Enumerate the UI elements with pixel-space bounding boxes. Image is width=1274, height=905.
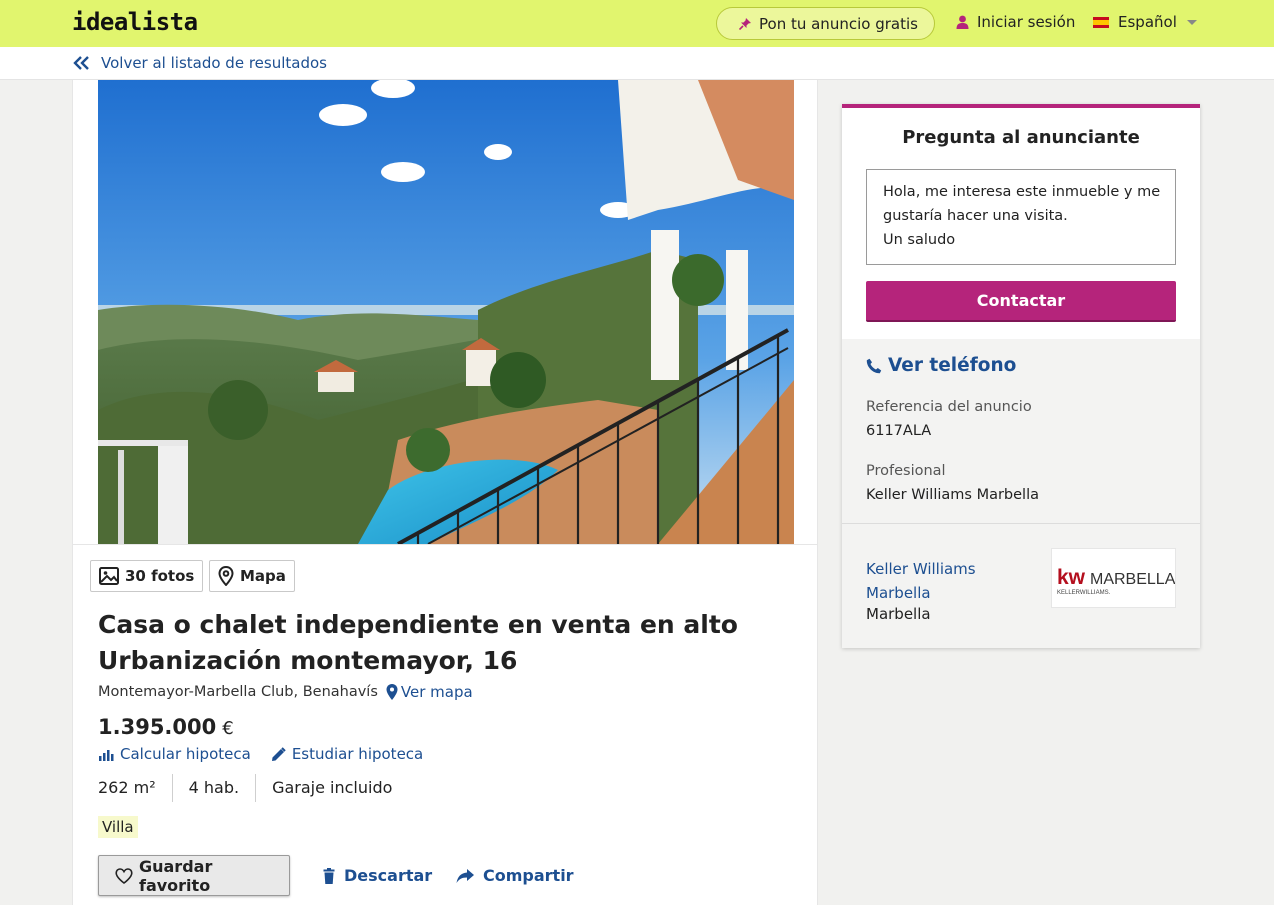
contact-button[interactable]: Contactar — [866, 281, 1176, 322]
villa-photo-illustration — [98, 80, 794, 544]
reference-value: 6117ALA — [866, 423, 932, 439]
bar-chart-icon — [99, 750, 114, 761]
map-pin-outline-icon — [218, 566, 234, 586]
map-label: Mapa — [240, 567, 286, 585]
trash-icon — [323, 867, 335, 884]
feature-garage: Garaje incluido — [272, 778, 393, 797]
reference-label: Referencia del anuncio — [866, 399, 1032, 415]
listing-main: 30 fotos Mapa Casa o chalet independient… — [72, 80, 818, 905]
share-label: Compartir — [483, 866, 574, 885]
see-map-link[interactable]: Ver mapa — [386, 683, 473, 701]
price-value: 1.395.000 — [98, 715, 217, 739]
discard-button[interactable]: Descartar — [323, 866, 432, 885]
discard-label: Descartar — [344, 866, 433, 885]
mortgage-links: Calcular hipoteca Estudiar hipoteca — [98, 745, 443, 763]
message-textarea[interactable]: Hola, me interesa este inmueble y me gus… — [866, 169, 1176, 265]
calculate-mortgage-label: Calcular hipoteca — [120, 745, 251, 763]
property-type-tag: Villa — [98, 816, 138, 838]
map-button[interactable]: Mapa — [209, 560, 295, 592]
back-bar: Volver al listado de resultados — [0, 47, 1274, 80]
chevron-down-icon — [1186, 19, 1197, 25]
see-phone-link[interactable]: Ver teléfono — [866, 355, 1016, 376]
phone-icon — [866, 358, 882, 373]
svg-text:MARBELLA: MARBELLA — [1090, 571, 1175, 588]
back-to-results-link[interactable]: Volver al listado de resultados — [73, 54, 327, 72]
post-ad-label: Pon tu anuncio gratis — [759, 14, 918, 33]
advertiser-info: Ver teléfono Referencia del anuncio 6117… — [842, 339, 1200, 648]
login-link[interactable]: Iniciar sesión — [956, 13, 1075, 31]
listing-title: Casa o chalet independiente en venta en … — [98, 610, 738, 675]
agency-name-link[interactable]: Keller Williams Marbella — [866, 557, 1006, 605]
svg-text:kw: kw — [1057, 566, 1086, 589]
message-line: gustaría hacer una visita. — [883, 208, 1068, 224]
info-divider — [842, 523, 1200, 524]
contact-panel-title: Pregunta al anunciante — [902, 127, 1140, 148]
calculate-mortgage-link[interactable]: Calcular hipoteca — [98, 745, 251, 763]
share-button[interactable]: Compartir — [456, 866, 574, 885]
language-selector[interactable]: Español — [1093, 13, 1197, 31]
study-mortgage-label: Estudiar hipoteca — [291, 745, 424, 763]
agency-city: Marbella — [866, 605, 931, 623]
price-currency: € — [222, 718, 234, 739]
message-line: Un saludo — [883, 232, 956, 248]
pin-icon — [739, 17, 751, 30]
see-phone-label: Ver teléfono — [888, 355, 1017, 376]
location-pin-icon — [386, 684, 398, 700]
user-icon — [956, 15, 969, 29]
post-ad-button[interactable]: Pon tu anuncio gratis — [716, 7, 935, 40]
image-icon — [99, 567, 119, 585]
save-favorite-button[interactable]: Guardar favorito — [98, 855, 290, 896]
spain-flag-icon — [1093, 16, 1109, 28]
photos-button[interactable]: 30 fotos — [90, 560, 204, 592]
back-label: Volver al listado de resultados — [101, 54, 327, 72]
photos-label: 30 fotos — [125, 567, 195, 585]
features-row: 262 m² 4 hab. Garaje incluido — [98, 774, 424, 802]
top-header: idealista Pon tu anuncio gratis Iniciar … — [0, 0, 1274, 47]
contact-panel: Pregunta al anunciante Hola, me interesa… — [842, 104, 1200, 648]
listing-price: 1.395.000 € — [98, 715, 234, 739]
professional-label: Profesional — [866, 463, 946, 479]
professional-value: Keller Williams Marbella — [866, 487, 1039, 503]
heart-icon — [115, 867, 133, 884]
see-map-label: Ver mapa — [400, 683, 473, 701]
idealista-logo[interactable]: idealista — [72, 8, 198, 36]
save-favorite-label: Guardar favorito — [138, 856, 213, 895]
keller-williams-logo-icon: kw MARBELLA KELLERWILLIAMS. — [1057, 566, 1176, 596]
listing-location: Montemayor-Marbella Club, Benahavís Ver … — [98, 683, 473, 701]
double-chevron-left-icon — [73, 56, 89, 70]
location-text: Montemayor-Marbella Club, Benahavís — [98, 684, 378, 700]
feature-rooms: 4 hab. — [189, 774, 257, 802]
message-line: Hola, me interesa este inmueble y me — [883, 184, 1161, 200]
study-mortgage-link[interactable]: Estudiar hipoteca — [271, 745, 423, 763]
photo-divider — [73, 544, 817, 545]
agency-logo[interactable]: kw MARBELLA KELLERWILLIAMS. — [1051, 548, 1176, 608]
svg-text:KELLERWILLIAMS.: KELLERWILLIAMS. — [1057, 590, 1111, 596]
pencil-icon — [271, 746, 286, 761]
feature-area: 262 m² — [98, 774, 173, 802]
language-label: Español — [1118, 13, 1177, 31]
login-label: Iniciar sesión — [977, 13, 1076, 31]
main-photo[interactable] — [98, 80, 794, 544]
share-arrow-icon — [456, 868, 474, 883]
